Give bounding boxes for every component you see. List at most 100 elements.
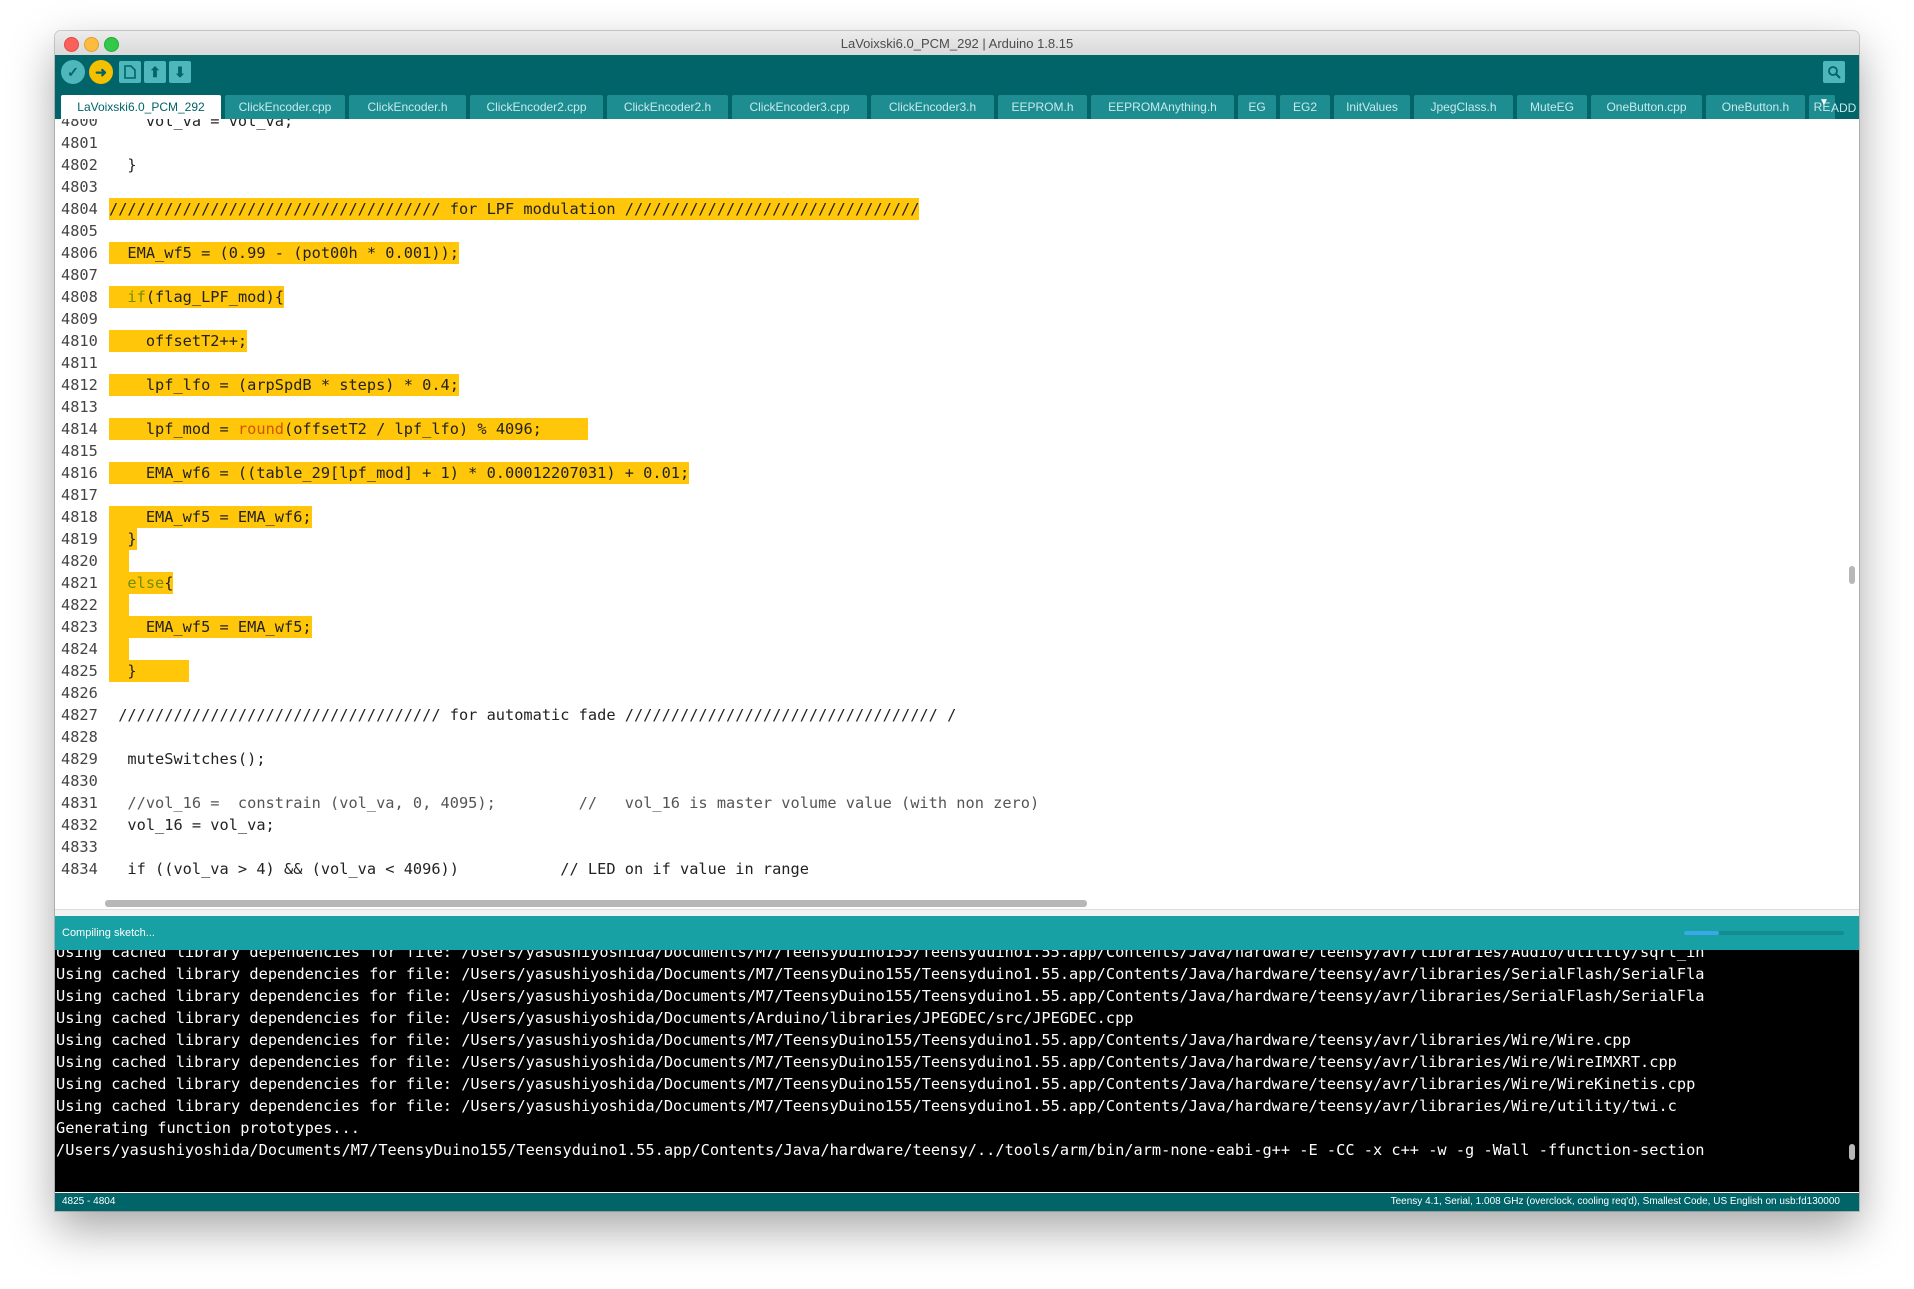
selection-highlight	[109, 594, 129, 616]
line-number: 4813	[61, 398, 98, 416]
line-number: 4802	[61, 156, 98, 174]
line-number: 4820	[61, 552, 98, 570]
tab-clickencoder2-cpp[interactable]: ClickEncoder2.cpp	[470, 95, 603, 119]
serial-monitor-button[interactable]	[1823, 61, 1845, 83]
tab-eg2[interactable]: EG2	[1280, 95, 1330, 119]
tab-clickencoder-h[interactable]: ClickEncoder.h	[349, 95, 466, 119]
line-number: 4825	[61, 662, 98, 680]
line-number: 4817	[61, 486, 98, 504]
line-number: 4819	[61, 530, 98, 548]
line-number: 4822	[61, 596, 98, 614]
tab-add[interactable]: ADD	[1831, 101, 1856, 115]
console-line: /Users/yasushiyoshida/Documents/M7/Teens…	[56, 1141, 1705, 1159]
keyword-round: round	[237, 420, 284, 438]
tab-initvalues[interactable]: InitValues	[1334, 95, 1410, 119]
line-number: 4829	[61, 750, 98, 768]
keyword-else: else	[127, 574, 165, 592]
tab-jpegclass-h[interactable]: JpegClass.h	[1414, 95, 1513, 119]
code-line: offsetT2++;	[109, 330, 248, 352]
code-line: }	[109, 528, 137, 550]
line-number: 4804	[61, 200, 98, 218]
code-line: }	[109, 660, 189, 682]
tab-clickencoder3-cpp[interactable]: ClickEncoder3.cpp	[732, 95, 867, 119]
arduino-ide-window: LaVoixski6.0_PCM_292 | Arduino 1.8.15 ✓ …	[55, 31, 1859, 1211]
line-number: 4823	[61, 618, 98, 636]
code-text: lpf_mod =	[109, 420, 238, 438]
tab-eeprom-h[interactable]: EEPROM.h	[998, 95, 1087, 119]
console-line: Generating function prototypes...	[56, 1119, 360, 1137]
code-line: else{	[109, 572, 174, 594]
code-line: EMA_wf5 = (0.99 - (pot00h * 0.001));	[109, 242, 459, 264]
line-number: 4814	[61, 420, 98, 438]
new-file-icon	[124, 65, 136, 79]
line-number: 4826	[61, 684, 98, 702]
code-line: EMA_wf6 = ((table_29[lpf_mod] + 1) * 0.0…	[109, 462, 690, 484]
console-line: Using cached library dependencies for fi…	[56, 1031, 1631, 1049]
tab-clickencoder3-h[interactable]: ClickEncoder3.h	[871, 95, 994, 119]
selection-highlight	[109, 550, 129, 572]
tab-onebutton-cpp[interactable]: OneButton.cpp	[1591, 95, 1702, 119]
tab-clickencoder-cpp[interactable]: ClickEncoder.cpp	[225, 95, 345, 119]
scrollbar-thumb[interactable]	[1849, 566, 1855, 584]
status-message: Compiling sketch...	[62, 927, 155, 939]
tab-main-sketch[interactable]: LaVoixski6.0_PCM_292	[61, 95, 221, 119]
new-button[interactable]	[119, 61, 141, 83]
tab-menu-triangle-icon[interactable]: ▼	[1819, 97, 1829, 108]
line-number: 4815	[61, 442, 98, 460]
tab-eepromanything-h[interactable]: EEPROMAnything.h	[1091, 95, 1234, 119]
tab-clickencoder2-h[interactable]: ClickEncoder2.h	[607, 95, 728, 119]
line-number: 4830	[61, 772, 98, 790]
board-info: Teensy 4.1, Serial, 1.008 GHz (overclock…	[1390, 1196, 1840, 1207]
code-text: (offsetT2 / lpf_lfo) % 4096;	[284, 420, 542, 438]
code-line: if ((vol_va > 4) && (vol_va < 4096)) // …	[109, 860, 809, 878]
line-number: 4831	[61, 794, 98, 812]
scrollbar-thumb[interactable]	[105, 900, 1087, 907]
tab-muteeg[interactable]: MuteEG	[1517, 95, 1587, 119]
arrow-down-icon: ⬇	[174, 63, 186, 80]
line-number: 4808	[61, 288, 98, 306]
keyword-if: if	[127, 288, 146, 306]
arrow-right-icon: ➜	[95, 63, 107, 80]
console-vertical-scrollbar[interactable]	[1849, 1144, 1855, 1160]
console-line: Using cached library dependencies for fi…	[56, 1053, 1677, 1071]
line-number: 4803	[61, 178, 98, 196]
line-number: 4828	[61, 728, 98, 746]
check-icon: ✓	[67, 63, 79, 80]
title-bar: LaVoixski6.0_PCM_292 | Arduino 1.8.15	[55, 31, 1859, 56]
save-button[interactable]: ⬇	[169, 61, 191, 83]
upload-button[interactable]: ➜	[89, 60, 113, 84]
open-button[interactable]: ⬆	[144, 61, 166, 83]
verify-button[interactable]: ✓	[61, 60, 85, 84]
line-number: 4812	[61, 376, 98, 394]
code-line: vol_va = vol_va;	[109, 119, 294, 130]
line-number: 4811	[61, 354, 98, 372]
line-number: 4824	[61, 640, 98, 658]
tab-onebutton-h[interactable]: OneButton.h	[1706, 95, 1805, 119]
console-output[interactable]: Using cached library dependencies for fi…	[55, 950, 1859, 1206]
line-number: 4810	[61, 332, 98, 350]
line-number: 4833	[61, 838, 98, 856]
progress-fill	[1684, 931, 1720, 935]
editor-horizontal-scrollbar[interactable]	[55, 897, 1835, 909]
console-line: Using cached library dependencies for fi…	[56, 950, 1705, 961]
line-number: 4801	[61, 134, 98, 152]
code-text: {	[164, 574, 174, 592]
console-line: Using cached library dependencies for fi…	[56, 987, 1705, 1005]
code-text: (flag_LPF_mod){	[145, 288, 284, 306]
file-tabs: LaVoixski6.0_PCM_292 ClickEncoder.cpp Cl…	[55, 89, 1859, 119]
code-line: if(flag_LPF_mod){	[109, 286, 284, 308]
code-editor[interactable]: 4800 4801 4802 4803 4804 4805 4806 4807 …	[55, 119, 1859, 917]
line-number: 4832	[61, 816, 98, 834]
line-number: 4827	[61, 706, 98, 724]
code-line: lpf_lfo = (arpSpdB * steps) * 0.4;	[109, 374, 459, 396]
code-area[interactable]: vol_va = vol_va; } /////////////////////…	[109, 119, 1835, 894]
editor-vertical-scrollbar[interactable]	[1847, 119, 1857, 894]
code-line: lpf_mod = round(offsetT2 / lpf_lfo) % 40…	[109, 418, 588, 440]
footer-bar: 4825 - 4804 Teensy 4.1, Serial, 1.008 GH…	[55, 1193, 1859, 1211]
line-number: 4806	[61, 244, 98, 262]
compile-progress-bar	[1684, 931, 1844, 935]
line-number: 4807	[61, 266, 98, 284]
line-number: 4818	[61, 508, 98, 526]
tab-eg[interactable]: EG	[1238, 95, 1276, 119]
code-line: EMA_wf5 = EMA_wf5;	[109, 616, 312, 638]
